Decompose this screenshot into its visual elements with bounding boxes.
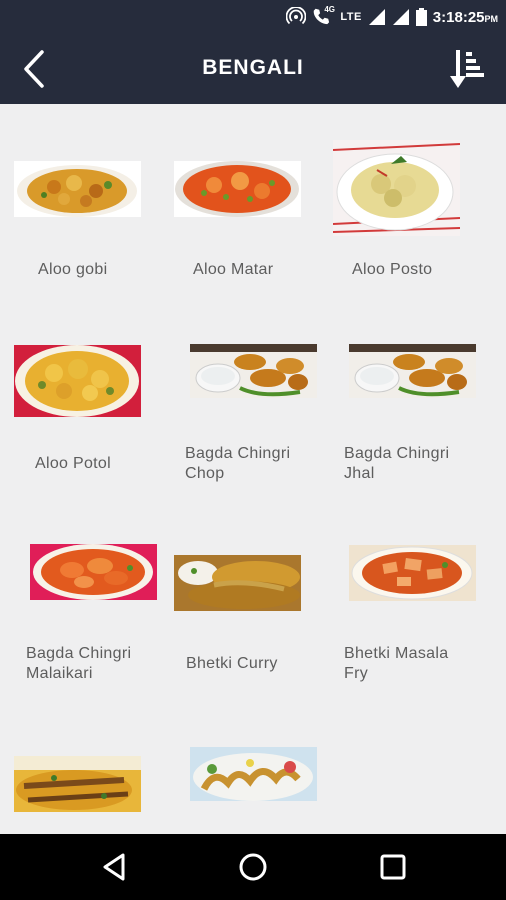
wifi-call-icon: 4G (312, 5, 335, 27)
sort-button[interactable] (448, 48, 490, 90)
nav-home-button[interactable] (233, 847, 273, 887)
page-title: BENGALI (202, 56, 304, 79)
recents-square-icon (380, 854, 406, 880)
recipe-image (30, 544, 157, 600)
recipe-card-bagda-chingri-chop[interactable]: Bagda Chingri Chop (160, 314, 320, 514)
recipe-image (349, 344, 476, 398)
recipe-image (190, 747, 317, 801)
clock: 3:18:25PM (433, 9, 498, 26)
sort-icon (450, 50, 484, 88)
navigation-bar (0, 834, 506, 900)
nav-recents-button[interactable] (373, 847, 413, 887)
recipe-card-bagda-chingri-jhal[interactable]: Bagda Chingri Jhal (320, 314, 480, 514)
recipe-card-bhetki-curry[interactable]: Bhetki Curry (160, 524, 320, 724)
recipe-name: Aloo Posto (352, 261, 433, 278)
recipe-card-aloo-potol[interactable]: Aloo Potol (0, 314, 160, 514)
recipe-card-aloo-posto[interactable]: Aloo Posto (320, 104, 480, 304)
recipe-image (190, 344, 317, 398)
recipe-name: Aloo Matar (193, 261, 274, 278)
app-bar: BENGALI (0, 34, 506, 104)
recipe-image (14, 161, 141, 217)
status-icons: 4G LTE 3:18:25PM (285, 5, 498, 28)
lte-label: LTE (340, 11, 362, 23)
recipe-name: Aloo gobi (38, 261, 108, 278)
battery-icon (415, 8, 427, 26)
home-circle-icon (239, 853, 267, 881)
hotspot-icon (285, 6, 307, 27)
clock-time: 3:18:25 (432, 8, 485, 26)
recipe-image (14, 756, 141, 812)
recipe-card-aloo-matar[interactable]: Aloo Matar (160, 104, 320, 304)
recipe-image (174, 161, 301, 217)
recipe-name: Bhetki Masala Fry (344, 645, 449, 682)
recipe-card-aloo-gobi[interactable]: Aloo gobi (0, 104, 160, 304)
recipe-grid: Aloo gobi Aloo Matar Aloo Posto Aloo Pot… (0, 104, 506, 834)
recipe-name: Bagda Chingri Jhal (344, 445, 450, 482)
recipe-card-bagda-chingri-malaikari[interactable]: Bagda Chingri Malaikari (0, 524, 160, 724)
recipe-name: Bagda Chingri Chop (185, 445, 291, 482)
recipe-card-10[interactable] (0, 734, 160, 834)
recipe-card-11[interactable] (160, 734, 320, 834)
signal-icon-1 (368, 8, 386, 26)
signal-icon-2 (392, 8, 410, 26)
clock-ampm: PM (484, 13, 499, 24)
nav-back-button[interactable] (95, 847, 135, 887)
recipe-name: Aloo Potol (35, 455, 111, 472)
recipe-image (349, 545, 476, 601)
status-bar: 4G LTE 3:18:25PM (0, 0, 506, 34)
recipe-name: Bagda Chingri Malaikari (26, 645, 132, 682)
back-triangle-icon (103, 853, 125, 881)
recipe-image (174, 555, 301, 611)
recipe-image (14, 345, 141, 417)
recipe-card-bhetki-masala-fry[interactable]: Bhetki Masala Fry (320, 524, 480, 724)
recipe-name: Bhetki Curry (186, 655, 278, 672)
recipe-image (333, 140, 460, 236)
network-label: 4G (324, 5, 335, 14)
